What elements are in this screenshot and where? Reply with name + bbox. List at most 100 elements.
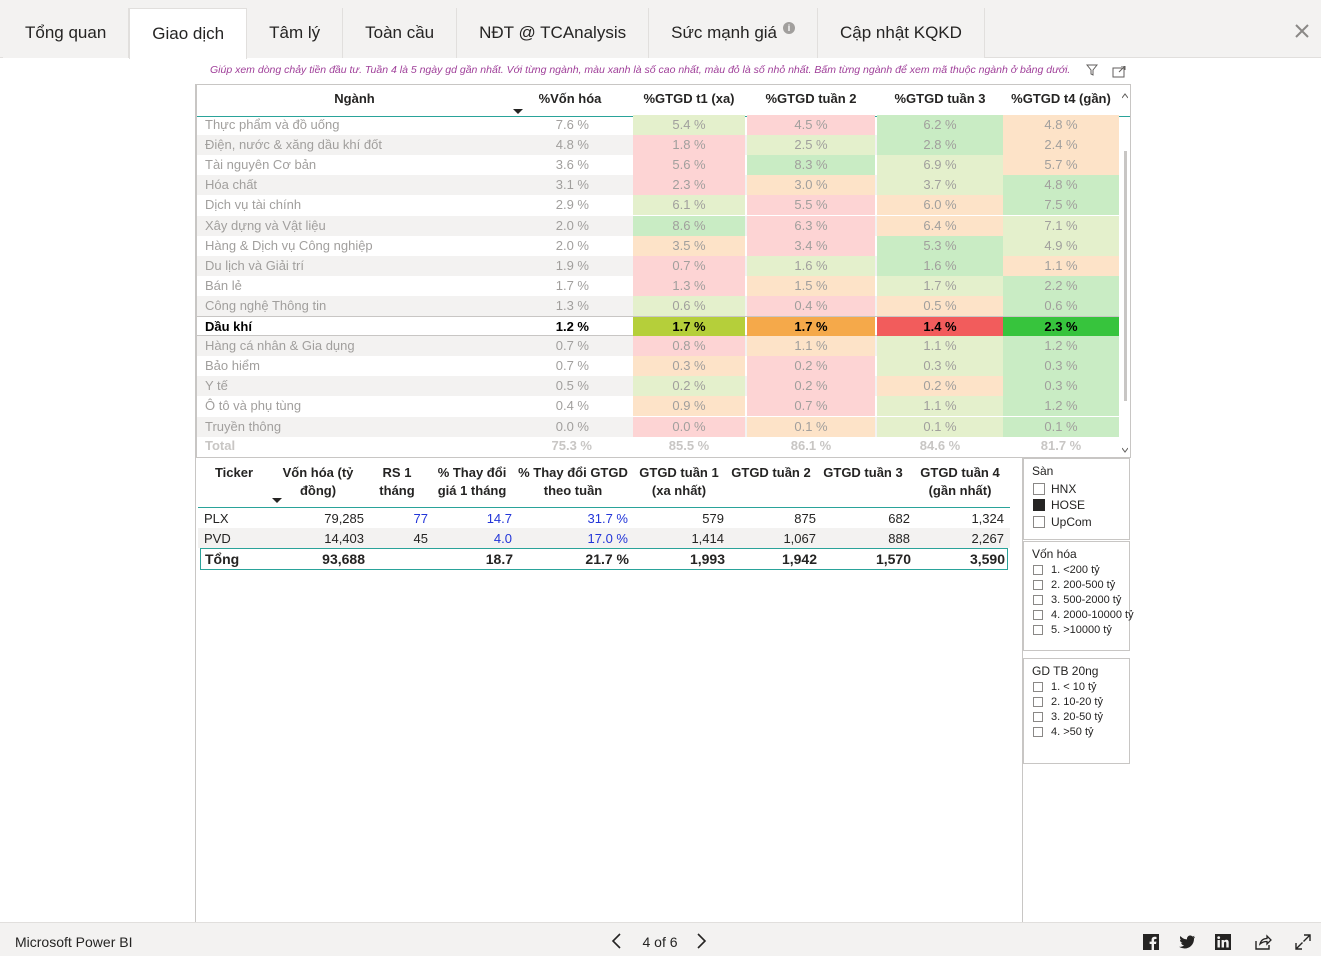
sector-row[interactable]: Hóa chất 3.1 % 2.3 % 3.0 % 3.7 % 4.8 % <box>197 175 1119 196</box>
checkbox[interactable] <box>1033 610 1043 620</box>
price-chg-cell: 14.7 <box>486 511 512 526</box>
info-icon[interactable]: i <box>783 22 796 34</box>
sector-row[interactable]: Tài nguyên Cơ bản 3.6 % 5.6 % 8.3 % 6.9 % 5.7… <box>197 155 1119 176</box>
scroll-down-icon[interactable] <box>1122 447 1128 453</box>
tab-tong-quan[interactable]: Tổng quan <box>3 8 130 58</box>
total-w1: 85.5 % <box>668 438 710 453</box>
column-header-gtgd-w3[interactable]: GTGD tuần 3 <box>818 464 908 482</box>
column-header-nganh[interactable]: Ngành <box>257 91 452 106</box>
slicer-option[interactable]: 3. 500-2000 tỷ <box>1033 594 1121 606</box>
slicer-option-hose[interactable]: HOSE <box>1033 498 1085 512</box>
column-header-price-chg[interactable]: % Thay đổi giá 1 tháng <box>432 464 512 500</box>
chevron-left-icon[interactable] <box>610 933 624 949</box>
tab-tam-ly[interactable]: Tâm lý <box>247 8 344 58</box>
page-tabs: Tổng quan Giao dịch Tâm lý Toàn cầu NĐT … <box>3 8 985 59</box>
sector-week-2-cell: 6.3 % <box>747 215 875 236</box>
ticker-cell: PVD <box>204 531 231 546</box>
column-header-w2[interactable]: %GTGD tuần 2 <box>747 91 875 106</box>
sector-week-2-cell: 2.5 % <box>747 135 875 156</box>
filter-icon[interactable] <box>1086 64 1098 76</box>
slicer-option-upcom[interactable]: UpCom <box>1033 515 1092 529</box>
slicer-option[interactable]: 1. < 10 tỷ <box>1033 681 1097 693</box>
sector-week-3-cell: 0.1 % <box>877 416 1003 437</box>
checkbox[interactable] <box>1033 682 1043 692</box>
column-header-gtgd-chg[interactable]: % Thay đổi GTGD theo tuần <box>518 464 628 500</box>
column-header-gtgd-w4[interactable]: GTGD tuần 4 (gần nhất) <box>912 464 1008 500</box>
sector-row[interactable]: Xây dựng và Vật liệu 2.0 % 8.6 % 6.3 % 6.4 %… <box>197 215 1119 236</box>
tab-giao-dich[interactable]: Giao dịch <box>129 8 248 59</box>
sector-cap: 7.6 % <box>555 117 589 132</box>
slicer-option[interactable]: 4. >50 tỷ <box>1033 726 1094 738</box>
sector-row[interactable]: Thực phẩm và đồ uống 7.6 % 5.4 % 4.5 % 6.2 %… <box>197 115 1119 135</box>
total-w1: 1,993 <box>689 551 725 567</box>
sector-week-2-cell: 0.2 % <box>747 356 875 377</box>
sector-row[interactable]: Bán lẻ 1.7 % 1.3 % 1.5 % 1.7 % 2.2 % <box>197 275 1119 296</box>
slicer-option[interactable]: 1. <200 tỷ <box>1033 564 1100 576</box>
column-header-w1[interactable]: %GTGD t1 (xa) <box>633 91 745 106</box>
column-header-ticker[interactable]: Ticker <box>204 464 264 482</box>
checkbox[interactable] <box>1033 727 1043 737</box>
table-row[interactable]: PVD 14,403 45 4.0 17.0 % 1,414 1,067 888… <box>198 528 1010 548</box>
sector-row[interactable]: Dịch vụ tài chính 2.9 % 6.1 % 5.5 % 6.0 % 7.5… <box>197 195 1119 216</box>
tab-suc-manh-gia[interactable]: Sức mạnh giá i <box>649 8 819 58</box>
column-header-von-hoa[interactable]: %Vốn hóa <box>525 91 615 106</box>
sector-row[interactable]: Ô tô và phụ tùng 0.4 % 0.9 % 0.7 % 1.1 % 1.2 … <box>197 396 1119 417</box>
focus-mode-icon[interactable] <box>1112 66 1126 78</box>
vertical-scrollbar[interactable] <box>1122 93 1128 453</box>
checkbox[interactable] <box>1033 565 1043 575</box>
table-row[interactable]: PLX 79,285 77 14.7 31.7 % 579 875 682 1,… <box>198 508 1010 528</box>
facebook-icon[interactable] <box>1142 933 1160 951</box>
slicer-option[interactable]: 5. >10000 tỷ <box>1033 624 1112 636</box>
checkbox[interactable] <box>1033 697 1043 707</box>
sector-row[interactable]: Công nghệ Thông tin 1.3 % 0.6 % 0.4 % 0.5 % 0… <box>197 295 1119 316</box>
checkbox[interactable] <box>1033 625 1043 635</box>
sector-row[interactable]: Hàng & Dịch vụ Công nghiệp 2.0 % 3.5 % 3.4 … <box>197 235 1119 256</box>
column-header-w3[interactable]: %GTGD tuần 3 <box>877 91 1003 106</box>
checkbox[interactable] <box>1033 595 1043 605</box>
column-header-rs[interactable]: RS 1 tháng <box>372 464 422 500</box>
scrollbar-thumb[interactable] <box>1124 151 1127 401</box>
sector-row[interactable]: Truyền thông 0.0 % 0.0 % 0.1 % 0.1 % 0.1 % <box>197 416 1119 437</box>
gtgd-w2-cell: 1,067 <box>783 531 816 546</box>
checkbox[interactable] <box>1033 483 1045 495</box>
fullscreen-icon[interactable] <box>1294 933 1312 951</box>
slicer-option[interactable]: 4. 2000-10000 tỷ <box>1033 609 1134 621</box>
column-header-w4[interactable]: %GTGD t4 (gần) <box>1003 91 1119 106</box>
sector-row[interactable]: Du lịch và Giải trí 1.9 % 0.7 % 1.6 % 1.6 % 1… <box>197 255 1119 276</box>
column-header-gtgd-w1[interactable]: GTGD tuần 1 (xa nhất) <box>634 464 724 500</box>
tab-toan-cau[interactable]: Toàn cầu <box>343 8 458 58</box>
sector-row[interactable]: Hàng cá nhân & Gia dụng 0.7 % 0.8 % 1.1 % 1.… <box>197 336 1119 357</box>
gtgd-w4-cell: 2,267 <box>971 531 1004 546</box>
sector-row[interactable]: Dầu khí 1.2 % 1.7 % 1.7 % 1.4 % 2.3 % <box>197 316 1119 337</box>
checkbox[interactable] <box>1033 712 1043 722</box>
linkedin-icon[interactable] <box>1214 933 1232 951</box>
tab-cap-nhat-kqkd[interactable]: Cập nhật KQKD <box>818 8 985 58</box>
sector-row[interactable]: Y tế 0.5 % 0.2 % 0.2 % 0.2 % 0.3 % <box>197 376 1119 397</box>
sector-row[interactable]: Bảo hiểm 0.7 % 0.3 % 0.2 % 0.3 % 0.3 % <box>197 356 1119 377</box>
scroll-up-icon[interactable] <box>1122 93 1128 99</box>
option-label: 3. 20-50 tỷ <box>1051 711 1103 723</box>
sector-week-3-cell: 1.6 % <box>877 255 1003 276</box>
sector-row[interactable]: Điện, nước & xăng dầu khí đốt 4.8 % 1.8 % 2… <box>197 135 1119 156</box>
checkbox[interactable] <box>1033 499 1045 511</box>
chevron-right-icon[interactable] <box>694 933 708 949</box>
slicer-option-hnx[interactable]: HNX <box>1033 482 1076 496</box>
checkbox[interactable] <box>1033 516 1045 528</box>
close-icon[interactable] <box>1293 22 1311 40</box>
slicer-option[interactable]: 2. 10-20 tỷ <box>1033 696 1103 708</box>
slicer-option[interactable]: 3. 20-50 tỷ <box>1033 711 1103 723</box>
twitter-icon[interactable] <box>1178 933 1196 951</box>
column-header-von-hoa[interactable]: Vốn hóa (tỷ đồng) <box>276 464 360 500</box>
price-chg-cell: 4.0 <box>493 531 512 546</box>
slicer-option[interactable]: 2. 200-500 tỷ <box>1033 579 1115 591</box>
sector-cap: 0.5 % <box>555 378 589 394</box>
sector-week-1-cell: 0.9 % <box>633 396 745 417</box>
tab-ndt-tcanalysis[interactable]: NĐT @ TCAnalysis <box>457 8 650 58</box>
gtgd-w2-cell: 875 <box>794 511 816 526</box>
column-header-gtgd-w2[interactable]: GTGD tuần 2 <box>726 464 816 482</box>
sector-week-2-cell: 3.0 % <box>747 175 875 196</box>
checkbox[interactable] <box>1033 580 1043 590</box>
share-icon[interactable] <box>1254 933 1272 951</box>
brand-label[interactable]: Microsoft Power BI <box>15 934 132 950</box>
sector-week-4-cell: 2.2 % <box>1003 275 1119 296</box>
